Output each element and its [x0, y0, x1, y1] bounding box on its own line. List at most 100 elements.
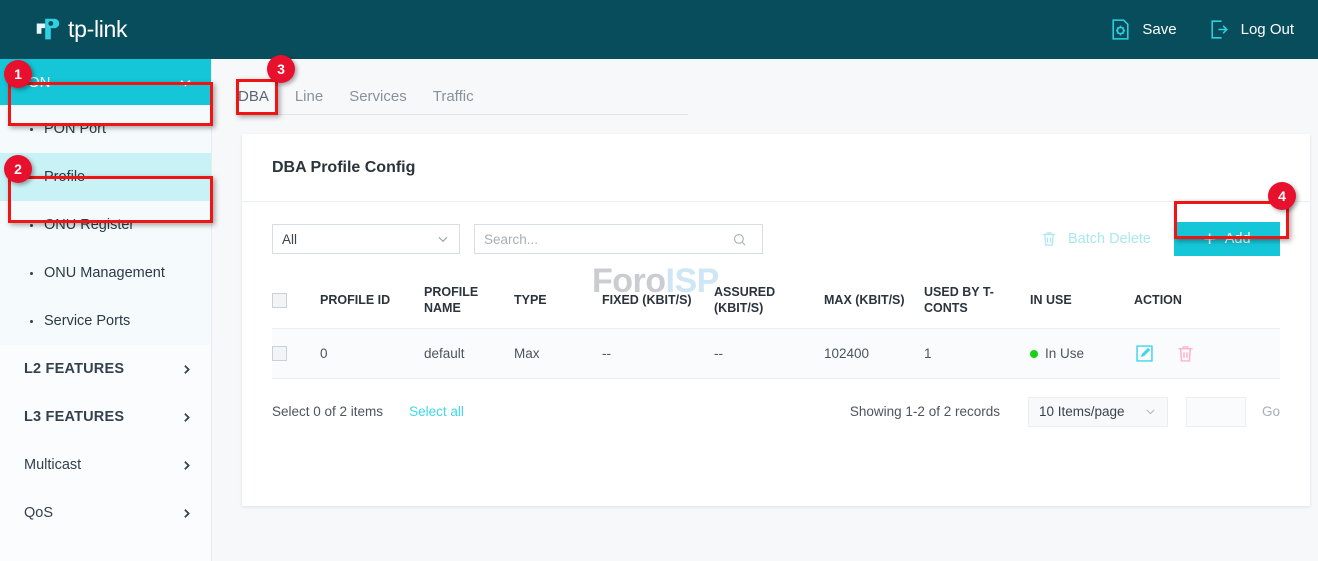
tab-services[interactable]: Services [349, 88, 407, 114]
batch-delete-button[interactable]: Batch Delete [1040, 230, 1151, 248]
cell-action [1134, 328, 1280, 378]
cell-profile-id: 0 [320, 328, 424, 378]
filter-select-value: All [282, 232, 297, 247]
search-input[interactable] [484, 232, 732, 247]
sidebar-item-pon-port[interactable]: PON Port [0, 105, 211, 153]
col-type: TYPE [514, 274, 602, 328]
sidebar-item-onu-management[interactable]: ONU Management [0, 249, 211, 297]
chevron-down-icon [178, 75, 193, 90]
main-content: DBA Line Services Traffic DBA Profile Co… [212, 59, 1318, 561]
sidebar-group-l3-features[interactable]: L3 FEATURES [0, 393, 211, 441]
chevron-right-icon [180, 363, 193, 376]
col-max: MAX (KBIT/S) [824, 274, 924, 328]
search-icon[interactable] [732, 232, 747, 247]
brand-logo-text: tp-link [68, 16, 127, 43]
bullet-icon [30, 224, 33, 227]
sidebar-item-label: PON Port [44, 121, 106, 137]
search-box[interactable] [474, 224, 763, 254]
col-profile-name: PROFILE NAME [424, 274, 514, 328]
sidebar-group-multicast[interactable]: Multicast [0, 441, 211, 489]
cell-profile-name: default [424, 328, 514, 378]
bullet-icon [30, 128, 33, 131]
toolbar-right-actions: Batch Delete + Add [1040, 222, 1280, 256]
filter-select[interactable]: All [272, 224, 460, 254]
dba-profile-table: PROFILE ID PROFILE NAME TYPE FIXED (KBIT… [272, 274, 1280, 379]
col-assured: ASSURED (KBIT/S) [714, 274, 824, 328]
batch-delete-label: Batch Delete [1068, 231, 1151, 247]
status-dot-icon [1030, 350, 1038, 358]
cell-max: 102400 [824, 328, 924, 378]
col-action: ACTION [1134, 274, 1280, 328]
row-checkbox-cell [272, 328, 320, 378]
sidebar-item-service-ports[interactable]: Service Ports [0, 297, 211, 345]
page-size-select[interactable]: 10 Items/page [1028, 397, 1168, 427]
sidebar-group-l2-features[interactable]: L2 FEATURES [0, 345, 211, 393]
chevron-right-icon [180, 411, 193, 424]
select-all-cell [272, 274, 320, 328]
sidebar-item-label: ONU Management [44, 265, 165, 281]
brand-logo[interactable]: tp-link [33, 15, 127, 45]
select-all-checkbox[interactable] [272, 293, 287, 308]
tab-bar: DBA Line Services Traffic [238, 73, 688, 115]
logout-button[interactable]: Log Out [1207, 17, 1294, 42]
save-label: Save [1142, 21, 1176, 38]
go-button[interactable]: Go [1262, 404, 1280, 419]
top-header-bar: tp-link Save Log Out [0, 0, 1318, 59]
dba-profile-card: DBA Profile Config All Bat [242, 134, 1310, 506]
page-number-input-wrap[interactable] [1186, 397, 1246, 427]
tab-label: Line [295, 88, 323, 105]
page-title: DBA Profile Config [242, 134, 1310, 177]
records-text: Showing 1-2 of 2 records [850, 404, 1000, 419]
col-profile-id: PROFILE ID [320, 274, 424, 328]
col-in-use: IN USE [1030, 274, 1134, 328]
pon-menu-header[interactable]: PON [0, 59, 211, 105]
table-toolbar: All Batch Delete + Ad [242, 202, 1310, 256]
app-root: tp-link Save Log Out PON [0, 0, 1318, 561]
row-checkbox[interactable] [272, 346, 287, 361]
sidebar-item-label: Profile [44, 169, 85, 185]
pon-submenu: PON Port Profile ONU Register ONU Manage… [0, 105, 211, 345]
chevron-right-icon [180, 507, 193, 520]
chevron-down-icon [436, 232, 450, 246]
sidebar-item-profile[interactable]: Profile [0, 153, 211, 201]
page-number-input[interactable] [1187, 398, 1245, 426]
select-all-link[interactable]: Select all [409, 404, 464, 419]
bullet-icon [30, 320, 33, 323]
add-button-label: Add [1225, 231, 1251, 247]
tab-line[interactable]: Line [295, 88, 323, 114]
table-footer: Select 0 of 2 items Select all Showing 1… [242, 379, 1310, 427]
tab-dba[interactable]: DBA [238, 88, 269, 114]
tab-label: Services [349, 88, 407, 105]
bullet-icon [30, 272, 33, 275]
sidebar-group-qos[interactable]: QoS [0, 489, 211, 537]
chevron-right-icon [180, 459, 193, 472]
add-button[interactable]: + Add [1174, 222, 1280, 256]
edit-pencil-icon[interactable] [1134, 343, 1155, 364]
pon-menu-label: PON [18, 74, 51, 91]
pagination-controls: Showing 1-2 of 2 records 10 Items/page G… [850, 397, 1280, 427]
save-button[interactable]: Save [1108, 17, 1176, 42]
cell-used-by-tconts: 1 [924, 328, 1030, 378]
tab-label: Traffic [433, 88, 474, 105]
trash-icon [1040, 230, 1058, 248]
tab-label: DBA [238, 88, 269, 105]
table-header-row: PROFILE ID PROFILE NAME TYPE FIXED (KBIT… [272, 274, 1280, 328]
sidebar-item-label: Service Ports [44, 313, 130, 329]
save-gear-icon [1108, 17, 1133, 42]
topbar-actions: Save Log Out [1078, 17, 1294, 42]
tab-traffic[interactable]: Traffic [433, 88, 474, 114]
cell-assured: -- [714, 328, 824, 378]
sidebar-group-label: L3 FEATURES [24, 409, 124, 425]
tplink-logo-icon [33, 15, 63, 45]
sidebar-group-label: QoS [24, 505, 53, 521]
table-row[interactable]: 0 default Max -- -- 102400 1 In Use [272, 328, 1280, 378]
sidebar-group-label: Multicast [24, 457, 81, 473]
page-size-value: 10 Items/page [1039, 404, 1125, 419]
sidebar-item-label: ONU Register [44, 217, 134, 233]
logout-label: Log Out [1241, 21, 1294, 38]
col-used-by-tconts: USED BY T-CONTS [924, 274, 1030, 328]
trash-icon[interactable] [1175, 343, 1196, 364]
cell-type: Max [514, 328, 602, 378]
selection-count-text: Select 0 of 2 items [272, 404, 383, 419]
sidebar-item-onu-register[interactable]: ONU Register [0, 201, 211, 249]
